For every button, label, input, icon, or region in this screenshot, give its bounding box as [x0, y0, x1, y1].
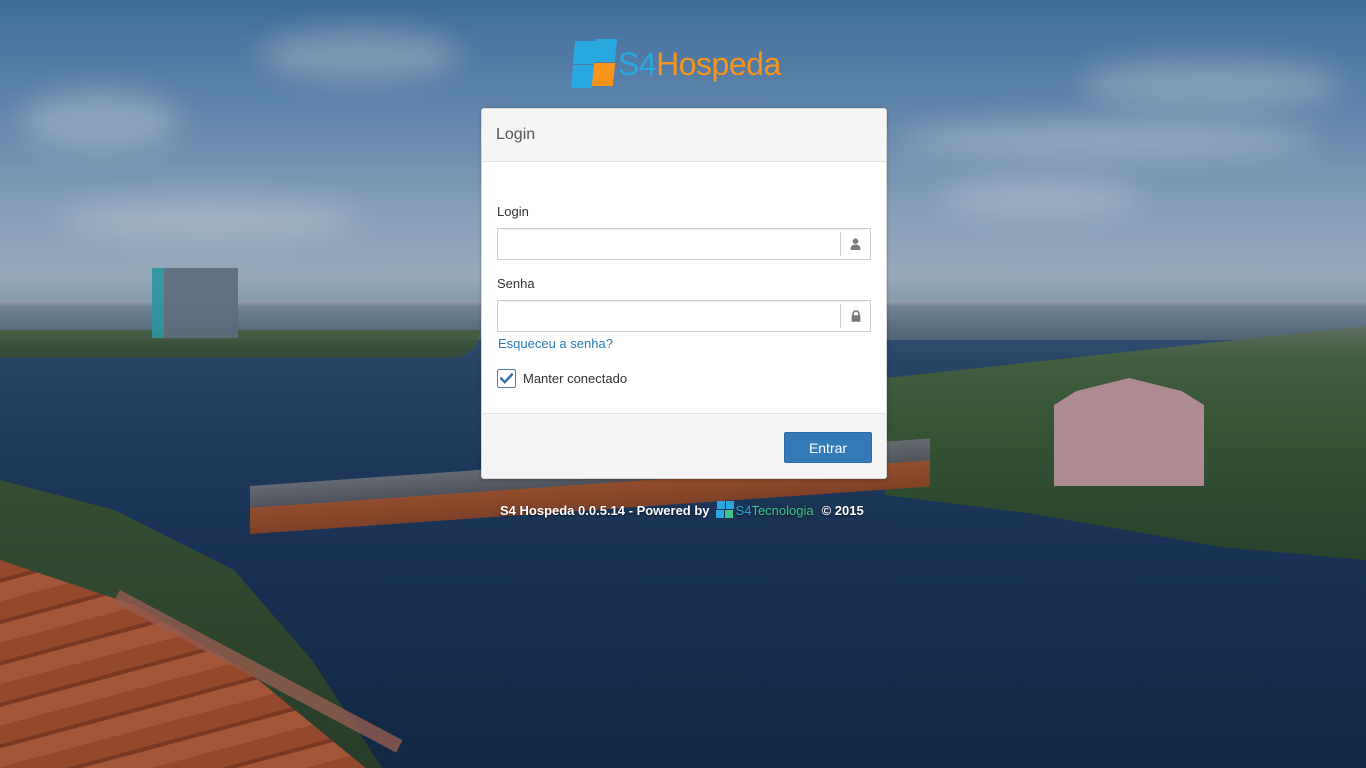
password-input-group — [497, 300, 871, 332]
powered-name: Tecnologia — [751, 502, 814, 518]
login-input[interactable] — [498, 229, 840, 259]
logo-squares-icon — [570, 39, 618, 89]
login-label: Login — [497, 204, 529, 219]
lock-icon — [840, 304, 870, 328]
logo-wordmark: S4Hospeda — [618, 46, 781, 83]
panel-footer: Entrar — [482, 413, 886, 478]
password-input[interactable] — [498, 301, 840, 331]
login-panel: Login Login Senha Esqueceu a senha? Mant… — [481, 108, 887, 479]
app-logo: S4Hospeda — [570, 38, 781, 90]
s4tecnologia-logo-icon — [715, 501, 734, 519]
page-footer: S4 Hospeda 0.0.5.14 - Powered by S4 Tecno… — [500, 500, 864, 520]
remember-me-label: Manter conectado — [523, 371, 628, 386]
logo-prefix: S4 — [618, 45, 657, 82]
login-form: Login Senha Esqueceu a senha? Manter con… — [482, 162, 886, 413]
check-icon — [500, 373, 513, 384]
version-text: S4 Hospeda 0.0.5.14 - Powered by — [500, 502, 710, 518]
logo-name: Hospeda — [656, 45, 781, 82]
panel-title: Login — [482, 109, 886, 162]
copyright: © 2015 — [821, 502, 864, 518]
login-input-group — [497, 228, 871, 260]
user-icon — [840, 232, 870, 256]
password-label: Senha — [497, 276, 535, 291]
submit-button[interactable]: Entrar — [784, 432, 872, 463]
forgot-password-link[interactable]: Esqueceu a senha? — [498, 336, 613, 351]
remember-me[interactable]: Manter conectado — [497, 369, 627, 388]
remember-me-checkbox[interactable] — [497, 369, 516, 388]
powered-prefix: S4 — [735, 502, 752, 518]
